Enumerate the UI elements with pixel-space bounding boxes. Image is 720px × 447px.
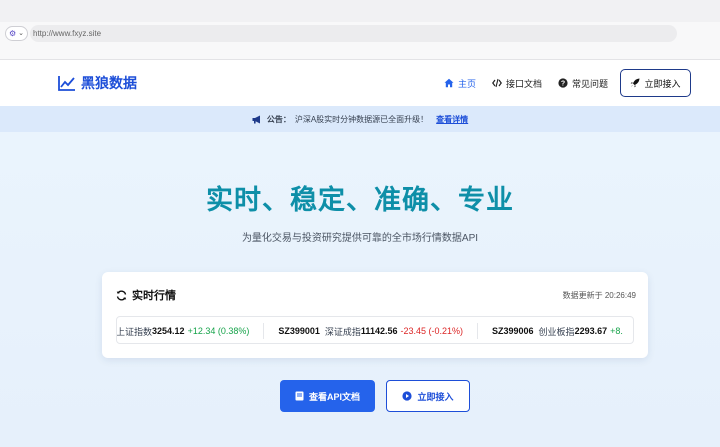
nav-item-api-docs[interactable]: 接口文档 <box>492 77 542 90</box>
header-get-access-button[interactable]: 立即接入 <box>620 69 691 97</box>
question-circle-icon: ? <box>558 78 568 88</box>
refresh-icon <box>116 290 127 300</box>
ticker-change: +12.34 (0.38%) <box>187 326 250 336</box>
announcement-bar: 公告： 沪深A股实时分钟数据源已全面升级！ 查看详情 <box>0 106 720 132</box>
main-nav: 主页 接口文档 ? 常见问题 <box>444 60 624 106</box>
ticker-change: +8. <box>610 326 623 336</box>
realtime-market-card: 实时行情 数据更新于 20:26:49 上证指数 3254.12 +12.34 … <box>102 272 648 358</box>
chevron-down-icon: ⌄ <box>18 29 25 37</box>
code-icon <box>492 78 502 88</box>
get-access-label: 立即接入 <box>417 391 454 402</box>
announcement-text: 沪深A股实时分钟数据源已全面升级！ <box>294 114 429 124</box>
megaphone-icon <box>252 115 260 123</box>
logo[interactable]: 黑狼数据 <box>58 72 137 94</box>
market-update-time: 数据更新于 20:26:49 <box>562 291 636 300</box>
nav-item-home[interactable]: 主页 <box>444 77 476 90</box>
ticker-price: 3254.12 <box>152 326 185 336</box>
ticker-track: 上证指数 3254.12 +12.34 (0.38%) SZ399001 深证成… <box>116 317 633 343</box>
ticker-item[interactable]: 上证指数 3254.12 +12.34 (0.38%) <box>116 323 265 339</box>
market-card-title: 实时行情 <box>116 287 176 303</box>
hero-subtitle: 为量化交易与投资研究提供可靠的全市场行情数据API <box>241 233 479 244</box>
nav-item-label: 主页 <box>458 78 477 89</box>
ticker-code: SZ399001 <box>278 326 320 336</box>
nav-item-faq[interactable]: ? 常见问题 <box>558 77 608 90</box>
url-input[interactable]: http://www.fxyz.site <box>30 25 677 42</box>
site-settings-icon: ⚙ <box>8 28 17 38</box>
get-access-button[interactable]: 立即接入 <box>386 380 470 412</box>
ticker-name: 创业板指 <box>538 326 575 337</box>
ticker-name: 上证指数 <box>116 326 153 337</box>
ticker-strip: 上证指数 3254.12 +12.34 (0.38%) SZ399001 深证成… <box>116 316 634 344</box>
nav-item-label: 常见问题 <box>572 78 609 89</box>
ticker-price: 2293.67 <box>574 326 608 336</box>
view-api-docs-label: 查看API文档 <box>308 391 360 402</box>
browser-tab-strip <box>0 0 720 22</box>
market-card-title-text: 实时行情 <box>132 290 176 302</box>
play-circle-icon <box>402 391 413 401</box>
announcement-label: 公告： <box>266 114 291 124</box>
ticker-item[interactable]: SZ399001 深证成指 11142.56 -23.45 (-0.21%) <box>264 323 478 339</box>
browser-address-bar: ⚙ ⌄ http://www.fxyz.site <box>0 22 720 60</box>
header-get-access-label: 立即接入 <box>644 78 681 89</box>
ticker-name: 深证成指 <box>324 326 361 337</box>
book-icon <box>295 391 304 401</box>
ticker-code: SZ399006 <box>492 326 534 336</box>
ticker-price: 11142.56 <box>360 326 398 336</box>
home-icon <box>444 78 454 88</box>
announcement-details-link[interactable]: 查看详情 <box>436 114 468 125</box>
site-info-button[interactable]: ⚙ ⌄ <box>5 26 28 41</box>
logo-text: 黑狼数据 <box>81 75 137 91</box>
site-header: 黑狼数据 主页 接口文档 ? 常见问题 立即接入 <box>0 60 720 106</box>
rocket-icon <box>631 78 640 88</box>
hero-section: 实时、稳定、准确、专业 为量化交易与投资研究提供可靠的全市场行情数据API 实时… <box>0 132 720 447</box>
view-api-docs-button[interactable]: 查看API文档 <box>280 380 375 412</box>
hero-title: 实时、稳定、准确、专业 <box>206 185 514 215</box>
ticker-item[interactable]: SZ399006 创业板指 2293.67 +8. <box>478 323 633 339</box>
nav-item-label: 接口文档 <box>506 78 543 89</box>
chart-line-icon <box>58 76 75 91</box>
svg-text:?: ? <box>561 81 565 88</box>
ticker-change: -23.45 (-0.21%) <box>400 326 463 336</box>
